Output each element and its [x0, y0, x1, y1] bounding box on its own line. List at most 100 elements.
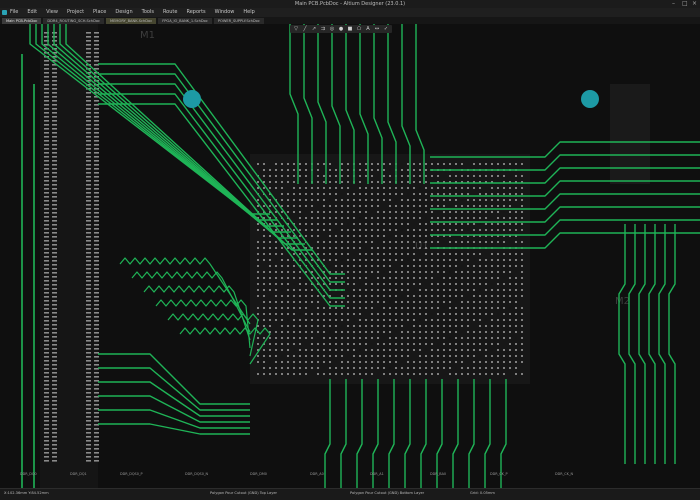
bga-pad: [287, 367, 289, 369]
connector-pad: [86, 196, 91, 198]
bga-pad: [449, 259, 451, 261]
bga-pad: [365, 283, 367, 285]
bga-pad: [425, 325, 427, 327]
connector-pad: [94, 244, 99, 246]
bga-pad: [305, 193, 307, 195]
diff-pair-icon[interactable]: ⇉: [320, 26, 326, 32]
bga-pad: [263, 367, 265, 369]
connector-pad: [86, 420, 91, 422]
connector-pad: [86, 300, 91, 302]
bga-pad: [293, 319, 295, 321]
menu-route[interactable]: Route: [163, 8, 178, 17]
pad-icon[interactable]: ●: [338, 26, 344, 32]
bga-pad: [281, 271, 283, 273]
bga-pad: [311, 289, 313, 291]
bga-pad: [293, 181, 295, 183]
close-icon[interactable]: ×: [692, 1, 697, 7]
bga-pad: [437, 307, 439, 309]
bga-pad: [443, 343, 445, 345]
bga-pad: [443, 289, 445, 291]
menu-project[interactable]: Project: [67, 8, 84, 17]
connector-pad: [52, 216, 57, 218]
bga-pad: [305, 253, 307, 255]
bga-pad: [455, 289, 457, 291]
bga-pad: [347, 277, 349, 279]
fill-icon[interactable]: ■: [347, 26, 353, 32]
menu-edit[interactable]: Edit: [27, 8, 37, 17]
bga-pad: [311, 205, 313, 207]
bga-pad: [341, 247, 343, 249]
bga-pad: [269, 247, 271, 249]
connector-pad: [86, 320, 91, 322]
menu-design[interactable]: Design: [115, 8, 132, 17]
bga-pad: [497, 223, 499, 225]
bga-pad: [467, 223, 469, 225]
pcb-canvas[interactable]: M1 M2 U1 DDR_DQ0 DDR_DQ1 DDR_DQS0_P DDR_…: [0, 24, 700, 488]
minimize-icon[interactable]: –: [672, 1, 677, 7]
menu-reports[interactable]: Reports: [186, 8, 205, 17]
bga-pad: [353, 373, 355, 375]
bga-pad: [293, 271, 295, 273]
net-label: DDR_CK_P: [490, 472, 508, 476]
connector-pad: [94, 428, 99, 430]
bga-pad: [359, 325, 361, 327]
connector-pad: [94, 136, 99, 138]
bga-pad: [419, 289, 421, 291]
polygon-icon[interactable]: ⬠: [356, 26, 362, 32]
bga-pad: [473, 283, 475, 285]
connector-pad: [94, 168, 99, 170]
route-icon[interactable]: ╱: [302, 26, 308, 32]
connector-pad: [94, 308, 99, 310]
connector-pad: [52, 148, 57, 150]
pcb-layout[interactable]: M1 M2 U1: [0, 24, 700, 488]
interactive-route-icon[interactable]: ↗: [311, 26, 317, 32]
bga-pad: [365, 193, 367, 195]
menu-place[interactable]: Place: [93, 8, 106, 17]
menu-file[interactable]: File: [10, 8, 18, 17]
bga-pad: [275, 313, 277, 315]
menu-tools[interactable]: Tools: [142, 8, 154, 17]
filter-icon[interactable]: ▽: [293, 26, 299, 32]
menu-help[interactable]: Help: [243, 8, 254, 17]
drc-icon[interactable]: ✓: [383, 26, 389, 32]
bga-pad: [425, 265, 427, 267]
bga-pad: [347, 253, 349, 255]
text-icon[interactable]: A: [365, 26, 371, 32]
connector-pad: [94, 224, 99, 226]
via-icon[interactable]: ◎: [329, 26, 335, 32]
connector-pad: [86, 296, 91, 298]
bga-pad: [341, 301, 343, 303]
bga-pad: [521, 325, 523, 327]
bga-pad: [395, 355, 397, 357]
maximize-icon[interactable]: □: [682, 1, 688, 7]
bga-pad: [497, 301, 499, 303]
bga-pad: [455, 373, 457, 375]
connector-pad: [44, 148, 49, 150]
bga-pad: [473, 295, 475, 297]
dimension-icon[interactable]: ↔: [374, 26, 380, 32]
bga-pad: [431, 319, 433, 321]
bga-pad: [257, 241, 259, 243]
connector-pad: [44, 188, 49, 190]
bga-pad: [311, 325, 313, 327]
bga-pad: [449, 349, 451, 351]
connector-pad: [44, 272, 49, 274]
bga-pad: [371, 319, 373, 321]
bga-pad: [455, 253, 457, 255]
bga-pad: [347, 205, 349, 207]
bga-pad: [413, 277, 415, 279]
bga-pad: [389, 205, 391, 207]
bga-pad: [467, 325, 469, 327]
bga-pad: [365, 361, 367, 363]
bga-pad: [275, 187, 277, 189]
menu-window[interactable]: Window: [215, 8, 235, 17]
bga-pad: [263, 187, 265, 189]
bga-pad: [437, 349, 439, 351]
connector-pad: [86, 396, 91, 398]
connector-pad: [94, 156, 99, 158]
bga-pad: [461, 319, 463, 321]
connector-pad: [86, 384, 91, 386]
menu-view[interactable]: View: [46, 8, 58, 17]
bga-pad: [335, 223, 337, 225]
bga-pad: [467, 175, 469, 177]
